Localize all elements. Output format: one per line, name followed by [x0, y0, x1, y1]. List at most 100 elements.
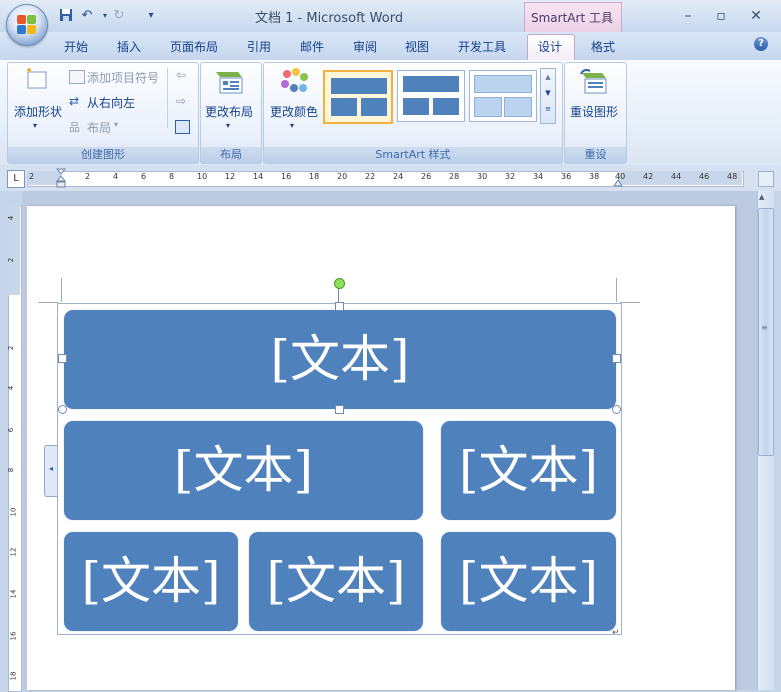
- ruler-number: 34: [533, 172, 544, 181]
- indent-marker-icon[interactable]: [55, 168, 67, 188]
- tab-selector-button[interactable]: L: [7, 170, 25, 188]
- redo-icon[interactable]: ↻: [110, 8, 128, 24]
- tab-developer[interactable]: 开发工具: [458, 38, 506, 55]
- resize-handle[interactable]: [612, 354, 621, 363]
- ruler-number: 18: [309, 172, 320, 181]
- resize-handle[interactable]: [335, 405, 344, 414]
- office-button[interactable]: [6, 4, 48, 46]
- layout-button[interactable]: 布局: [87, 119, 111, 136]
- tab-review[interactable]: 审阅: [353, 38, 377, 55]
- change-layout-dropdown-icon[interactable]: ▾: [226, 121, 230, 130]
- ruler-number: 38: [589, 172, 600, 181]
- ruler-number: 8: [169, 172, 175, 181]
- tab-design[interactable]: 设计: [538, 38, 562, 55]
- right-to-left-icon: ⇄: [69, 94, 80, 108]
- style-thumb-1[interactable]: [323, 70, 393, 124]
- smartart-shape-mid-left[interactable]: [文本]: [63, 420, 424, 521]
- margin-guide: [620, 302, 640, 303]
- window-title: 文档 1 - Microsoft Word: [255, 11, 404, 26]
- resize-handle[interactable]: [612, 405, 621, 414]
- rotation-line: [338, 288, 339, 302]
- office-logo-icon: [17, 15, 37, 35]
- tab-mailings[interactable]: 邮件: [300, 38, 324, 55]
- group-divider: [167, 68, 168, 128]
- vertical-ruler-number: 18: [9, 671, 18, 681]
- margin-guide: [616, 278, 617, 302]
- gallery-more-icon[interactable]: ≡: [541, 101, 555, 117]
- add-shape-icon[interactable]: [25, 68, 49, 92]
- customize-qat-icon[interactable]: ▾: [142, 8, 160, 24]
- reset-graphic-button[interactable]: 重设图形: [570, 103, 618, 120]
- tab-format[interactable]: 格式: [591, 38, 615, 55]
- ruler-number: 20: [337, 172, 348, 181]
- ruler-number: 14: [253, 172, 264, 181]
- add-bullet-button[interactable]: 添加项目符号: [87, 69, 159, 86]
- add-shape-dropdown-icon[interactable]: ▾: [33, 121, 37, 130]
- tab-view[interactable]: 视图: [405, 38, 429, 55]
- promote-icon[interactable]: ⇦: [176, 68, 186, 82]
- demote-icon[interactable]: ⇨: [176, 94, 186, 108]
- smartart-shape-bottom-right[interactable]: [文本]: [440, 531, 617, 632]
- resize-handle[interactable]: [58, 405, 67, 414]
- vertical-ruler-number: 14: [9, 589, 18, 599]
- ruler-number: 26: [421, 172, 432, 181]
- help-icon[interactable]: ?: [754, 37, 768, 51]
- group-label-smartart-styles: SmartArt 样式: [264, 147, 562, 163]
- gallery-down-icon[interactable]: ▼: [541, 85, 555, 101]
- scroll-up-icon[interactable]: ▲: [759, 193, 764, 201]
- smartart-shape-top[interactable]: [文本]: [63, 309, 617, 410]
- ruler-number: 16: [281, 172, 292, 181]
- change-colors-button[interactable]: 更改颜色: [270, 103, 318, 120]
- undo-icon[interactable]: ↶: [78, 8, 96, 24]
- add-shape-button[interactable]: 添加形状: [14, 103, 62, 120]
- text-pane-toggle[interactable]: ◂: [44, 445, 57, 497]
- gallery-up-icon[interactable]: ▲: [541, 69, 555, 85]
- org-layout-icon: 品: [69, 121, 80, 134]
- view-ruler-icon[interactable]: [758, 171, 774, 187]
- resize-handle[interactable]: [335, 302, 344, 311]
- vertical-ruler-number: 16: [9, 631, 18, 641]
- style-thumb-3[interactable]: [469, 70, 537, 122]
- ruler-number: 40: [615, 172, 626, 181]
- margin-guide: [38, 302, 58, 303]
- right-to-left-button[interactable]: 从右向左: [87, 94, 135, 111]
- smartart-shape-bottom-middle[interactable]: [文本]: [248, 531, 424, 632]
- text-pane-icon[interactable]: [175, 120, 190, 134]
- right-edge: [774, 191, 781, 690]
- style-thumb-2[interactable]: [397, 70, 465, 122]
- ruler-number: 48: [727, 172, 738, 181]
- reset-graphic-icon[interactable]: [578, 68, 610, 96]
- change-layout-icon[interactable]: [214, 68, 246, 96]
- minimize-button[interactable]: –: [675, 6, 701, 26]
- resize-handle[interactable]: [58, 354, 67, 363]
- ruler-number: 22: [365, 172, 376, 181]
- ruler-number: 12: [225, 172, 236, 181]
- ruler-number: 28: [449, 172, 460, 181]
- group-label-layout: 布局: [201, 147, 261, 163]
- rotation-handle[interactable]: [334, 278, 345, 289]
- change-layout-button[interactable]: 更改布局: [205, 103, 253, 120]
- ruler-number: 2: [85, 172, 91, 181]
- tab-home[interactable]: 开始: [64, 38, 88, 55]
- tab-page-layout[interactable]: 页面布局: [170, 38, 218, 55]
- tab-insert[interactable]: 插入: [117, 38, 141, 55]
- group-label-create-graphic: 创建图形: [8, 147, 198, 163]
- ruler-number: 36: [561, 172, 572, 181]
- scroll-grip-icon: ≡: [761, 323, 768, 332]
- maximize-button[interactable]: ▫: [708, 6, 734, 26]
- ruler-number: 32: [505, 172, 516, 181]
- tab-references[interactable]: 引用: [247, 38, 271, 55]
- smartart-shape-bottom-left[interactable]: [文本]: [63, 531, 239, 632]
- paragraph-mark-icon: ↵: [612, 628, 620, 638]
- styles-gallery-scroll[interactable]: ▲ ▼ ≡: [540, 68, 556, 124]
- close-button[interactable]: ✕: [743, 6, 769, 26]
- change-colors-dropdown-icon[interactable]: ▾: [290, 121, 294, 130]
- smartart-shape-mid-right[interactable]: [文本]: [440, 420, 617, 521]
- save-icon[interactable]: [57, 8, 75, 24]
- ruler-number: 10: [197, 172, 208, 181]
- vertical-ruler-number: 10: [9, 507, 18, 517]
- ruler-number: 44: [671, 172, 682, 181]
- scroll-thumb[interactable]: [758, 208, 774, 456]
- layout-dropdown-icon[interactable]: ▾: [114, 120, 118, 129]
- change-colors-icon[interactable]: [279, 68, 309, 96]
